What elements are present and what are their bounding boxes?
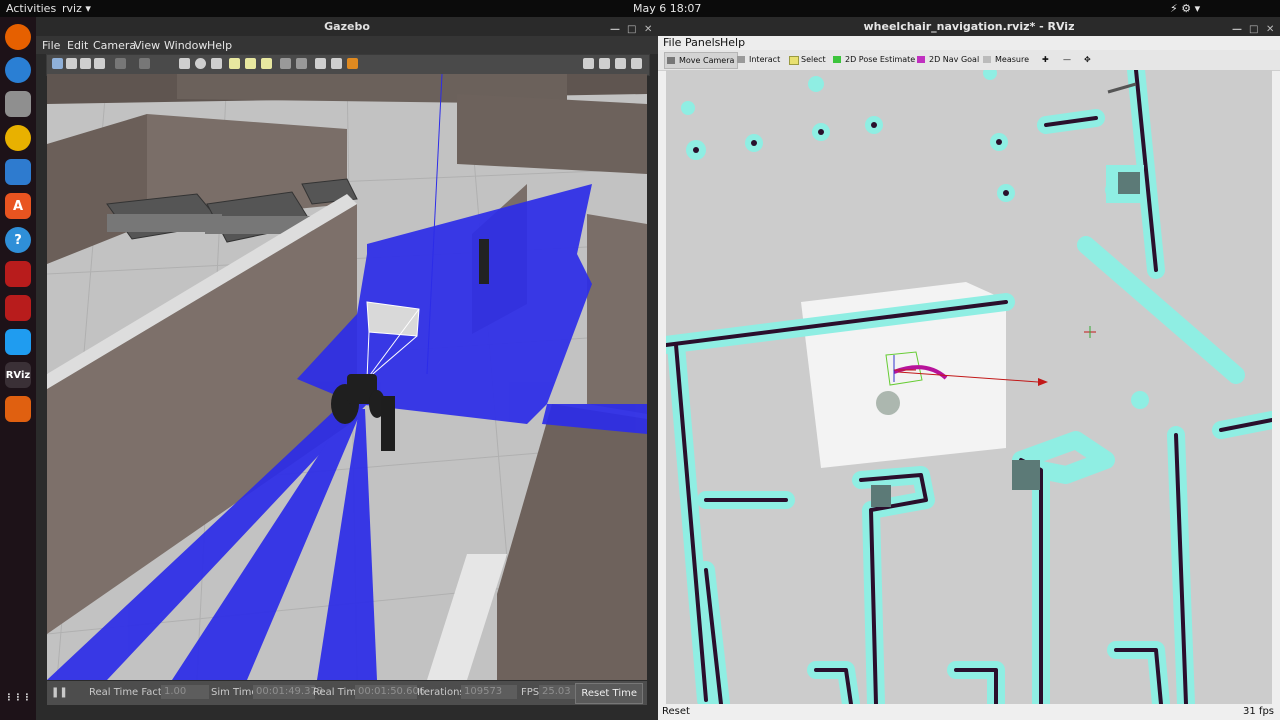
gazebo-window: Gazebo — □ ✕ File Edit Camera View Windo…: [36, 17, 658, 720]
iterations-value: 109573: [461, 685, 517, 699]
directional-light-icon[interactable]: [261, 58, 272, 69]
plot-icon[interactable]: [615, 58, 626, 69]
terminal-icon[interactable]: [5, 261, 31, 287]
select-tool[interactable]: Select: [787, 52, 829, 67]
menu-view[interactable]: View: [134, 39, 160, 52]
activities-button[interactable]: Activities: [6, 2, 56, 15]
rviz-toolbar: Move Camera Interact Select 2D Pose Esti…: [658, 50, 1280, 71]
log-icon[interactable]: [599, 58, 610, 69]
writer-icon[interactable]: [5, 159, 31, 185]
translate-icon[interactable]: [66, 58, 77, 69]
rtf-value: 1.00: [161, 685, 209, 699]
menu-window[interactable]: Window: [164, 39, 207, 52]
ruler-icon: [983, 56, 991, 63]
reset-button[interactable]: Reset: [662, 706, 690, 717]
firefox-icon[interactable]: [5, 24, 31, 50]
layers-icon[interactable]: [5, 396, 31, 422]
menu-file[interactable]: File: [42, 39, 60, 52]
real-time-value: 00:01:50.606: [355, 685, 425, 699]
add-tool-icon[interactable]: ✚: [1042, 52, 1049, 67]
screenshot-icon[interactable]: [583, 58, 594, 69]
menu-camera[interactable]: Camera: [93, 39, 136, 52]
cylinder-shape-icon[interactable]: [211, 58, 222, 69]
hand-icon: [737, 56, 745, 63]
fps-readout: 31 fps: [1243, 706, 1274, 717]
pose-estimate-tool[interactable]: 2D Pose Estimate: [831, 52, 918, 67]
rviz-dock-label: RViz: [5, 369, 31, 381]
pink-arrow-icon: [917, 56, 925, 63]
menu-help[interactable]: Help: [720, 36, 745, 49]
select-mode-icon[interactable]: [52, 58, 63, 69]
gazebo-title-bar: Gazebo — □ ✕: [36, 17, 658, 36]
paste-icon[interactable]: [296, 58, 307, 69]
box-shape-icon[interactable]: [179, 58, 190, 69]
rhythmbox-icon[interactable]: [5, 125, 31, 151]
snap-icon[interactable]: [331, 58, 342, 69]
nav-goal-tool[interactable]: 2D Nav Goal: [915, 52, 982, 67]
point-light-icon[interactable]: [229, 58, 240, 69]
reset-time-button[interactable]: Reset Time: [575, 683, 643, 704]
show-apps-icon[interactable]: ⋮⋮⋮: [5, 685, 32, 711]
system-top-bar: Activities rviz ▾ May 6 18:07 ⚡ ⚙ ▾: [0, 0, 1280, 17]
measure-tool[interactable]: Measure: [981, 52, 1032, 67]
help-icon[interactable]: ?: [5, 227, 31, 253]
align-icon[interactable]: [315, 58, 326, 69]
menu-file[interactable]: File: [663, 36, 681, 49]
rviz-map-viewport[interactable]: [666, 70, 1272, 704]
rviz-title: wheelchair_navigation.rviz* - RViz: [863, 20, 1075, 33]
vscode-icon[interactable]: [5, 329, 31, 355]
move-camera-tool[interactable]: Move Camera: [664, 52, 739, 69]
sphere-shape-icon[interactable]: [195, 58, 206, 69]
rviz-icon[interactable]: RViz: [5, 362, 31, 388]
rotate-icon[interactable]: [80, 58, 91, 69]
undo-icon[interactable]: [115, 58, 126, 69]
video-icon[interactable]: [631, 58, 642, 69]
gazebo-status-bar: ❚❚ Real Time Factor: 1.00 Sim Time: 00:0…: [47, 681, 647, 705]
scale-icon[interactable]: [94, 58, 105, 69]
gazebo-3d-viewport[interactable]: [47, 74, 647, 680]
change-view-icon[interactable]: [347, 58, 358, 69]
dock: A ? RViz ⋮⋮⋮: [0, 17, 36, 720]
spot-light-icon[interactable]: [245, 58, 256, 69]
sim-time-value: 00:01:49.373: [253, 685, 323, 699]
thunderbird-icon[interactable]: [5, 57, 31, 83]
hospital-scene: [47, 74, 647, 680]
rviz-status-bar: Reset 31 fps: [658, 704, 1280, 720]
select-icon: [789, 56, 799, 65]
app-menu[interactable]: rviz ▾: [62, 2, 91, 15]
interact-tool[interactable]: Interact: [735, 52, 783, 67]
menu-help[interactable]: Help: [207, 39, 232, 52]
rviz-title-bar: wheelchair_navigation.rviz* - RViz — □ ✕: [658, 17, 1280, 36]
green-arrow-icon: [833, 56, 841, 63]
gazebo-toolbar: [46, 54, 650, 76]
gazebo-menu-bar: File Edit Camera View Window Help: [36, 36, 658, 54]
system-tray[interactable]: ⚡ ⚙ ▾: [1170, 2, 1200, 15]
rviz-menu-bar: File Panels Help: [658, 36, 1280, 50]
select-label: Select: [801, 55, 826, 64]
move-camera-icon: [667, 57, 675, 64]
tool-options-icon[interactable]: ✥: [1084, 52, 1091, 67]
copy-icon[interactable]: [280, 58, 291, 69]
move-camera-label: Move Camera: [679, 56, 735, 65]
menu-edit[interactable]: Edit: [67, 39, 88, 52]
rviz-window: wheelchair_navigation.rviz* - RViz — □ ✕…: [658, 17, 1280, 720]
clock[interactable]: May 6 18:07: [633, 2, 701, 15]
measure-label: Measure: [995, 55, 1029, 64]
remove-tool-icon[interactable]: —: [1063, 52, 1071, 67]
pause-icon[interactable]: ❚❚: [51, 687, 68, 698]
menu-panels[interactable]: Panels: [685, 36, 720, 49]
nav-goal-label: 2D Nav Goal: [929, 55, 980, 64]
files-icon[interactable]: [5, 91, 31, 117]
software-icon[interactable]: A: [5, 193, 31, 219]
costmap-render: [666, 70, 1272, 704]
interact-label: Interact: [749, 55, 781, 64]
gazebo-title: Gazebo: [324, 20, 370, 33]
pose-estimate-label: 2D Pose Estimate: [845, 55, 916, 64]
redo-icon[interactable]: [139, 58, 150, 69]
terminal-icon[interactable]: [5, 295, 31, 321]
